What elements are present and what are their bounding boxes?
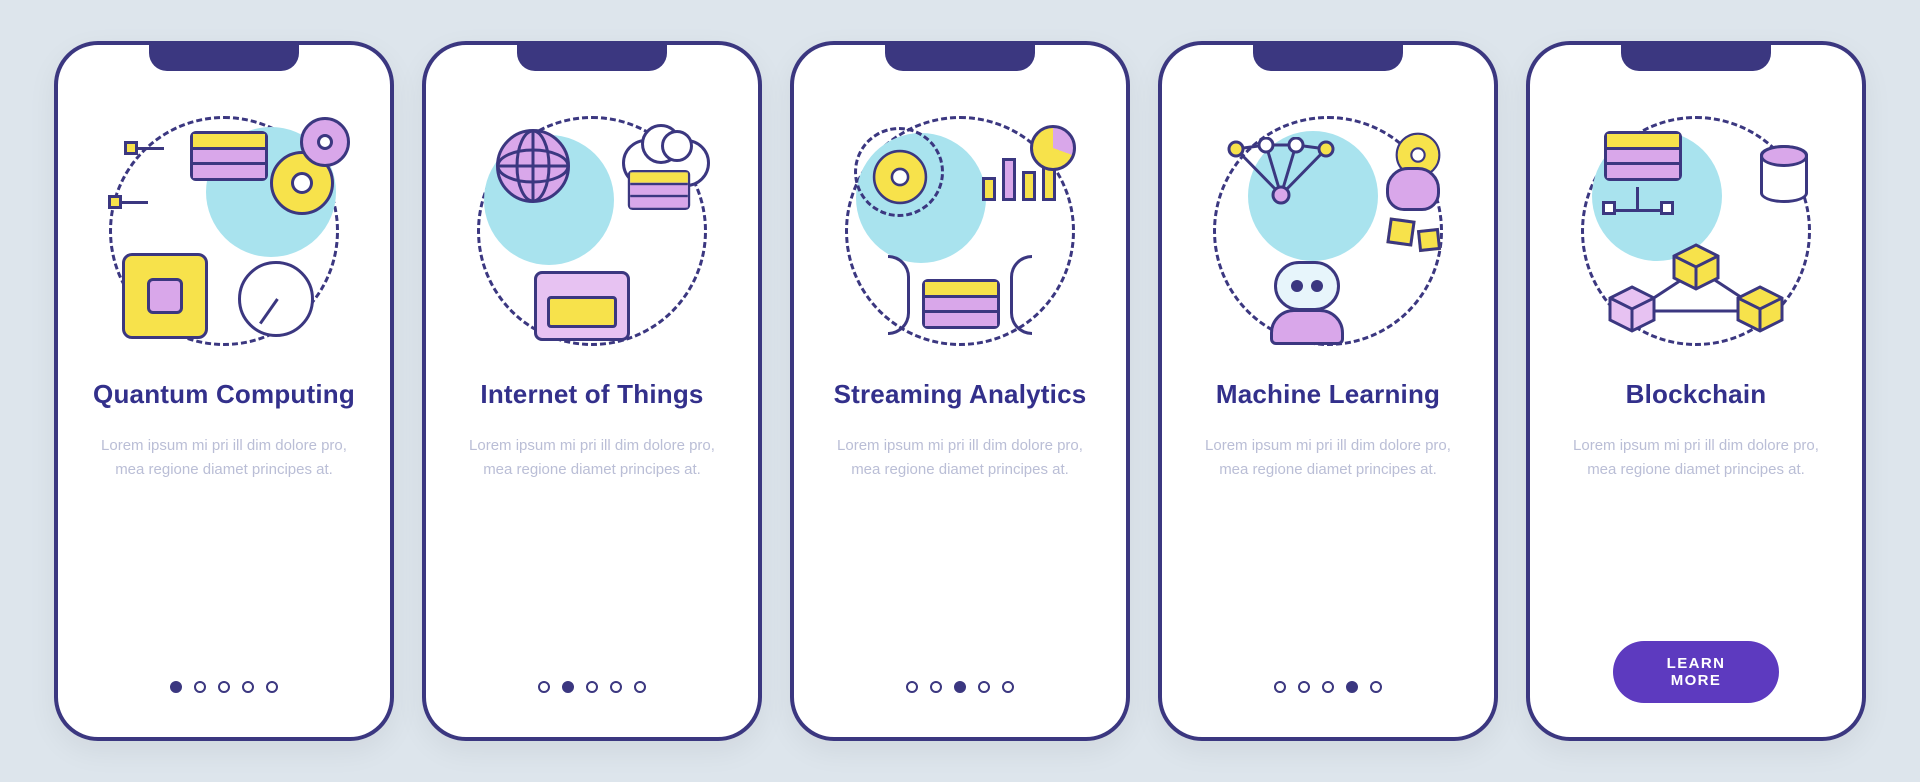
blockchain-icon [1566, 111, 1826, 351]
card-title: Machine Learning [1216, 379, 1440, 410]
card-title: Streaming Analytics [834, 379, 1087, 410]
page-indicator[interactable] [538, 681, 646, 693]
card-title: Internet of Things [480, 379, 703, 410]
learn-more-button[interactable]: LEARN MORE [1613, 641, 1779, 703]
dot[interactable] [586, 681, 598, 693]
dot[interactable] [1002, 681, 1014, 693]
dot[interactable] [1370, 681, 1382, 693]
phone-notch [885, 41, 1035, 71]
dot[interactable] [1274, 681, 1286, 693]
onboarding-card-streaming: Streaming Analytics Lorem ipsum mi pri i… [790, 41, 1130, 741]
iot-icon [462, 111, 722, 351]
dot[interactable] [954, 681, 966, 693]
phone-notch [149, 41, 299, 71]
machine-learning-icon [1198, 111, 1458, 351]
dot[interactable] [194, 681, 206, 693]
dot[interactable] [1322, 681, 1334, 693]
dot[interactable] [242, 681, 254, 693]
page-indicator[interactable] [170, 681, 278, 693]
dot[interactable] [170, 681, 182, 693]
dot[interactable] [562, 681, 574, 693]
dot[interactable] [1346, 681, 1358, 693]
card-body: Lorem ipsum mi pri ill dim dolore pro, m… [94, 434, 354, 482]
streaming-analytics-icon [830, 111, 1090, 351]
dot[interactable] [978, 681, 990, 693]
dot[interactable] [266, 681, 278, 693]
dot[interactable] [906, 681, 918, 693]
onboarding-card-blockchain: Blockchain Lorem ipsum mi pri ill dim do… [1526, 41, 1866, 741]
card-body: Lorem ipsum mi pri ill dim dolore pro, m… [1198, 434, 1458, 482]
phone-notch [1253, 41, 1403, 71]
dot[interactable] [538, 681, 550, 693]
dot[interactable] [1298, 681, 1310, 693]
page-indicator[interactable] [906, 681, 1014, 693]
card-title: Blockchain [1626, 379, 1767, 410]
dot[interactable] [634, 681, 646, 693]
card-body: Lorem ipsum mi pri ill dim dolore pro, m… [462, 434, 722, 482]
onboarding-card-ml: Machine Learning Lorem ipsum mi pri ill … [1158, 41, 1498, 741]
dot[interactable] [218, 681, 230, 693]
dot[interactable] [930, 681, 942, 693]
card-title: Quantum Computing [93, 379, 355, 410]
dot[interactable] [610, 681, 622, 693]
onboarding-card-quantum: Quantum Computing Lorem ipsum mi pri ill… [54, 41, 394, 741]
quantum-computing-icon [94, 111, 354, 351]
card-body: Lorem ipsum mi pri ill dim dolore pro, m… [1566, 434, 1826, 482]
phone-notch [1621, 41, 1771, 71]
page-indicator[interactable] [1274, 681, 1382, 693]
onboarding-card-iot: Internet of Things Lorem ipsum mi pri il… [422, 41, 762, 741]
card-body: Lorem ipsum mi pri ill dim dolore pro, m… [830, 434, 1090, 482]
phone-notch [517, 41, 667, 71]
